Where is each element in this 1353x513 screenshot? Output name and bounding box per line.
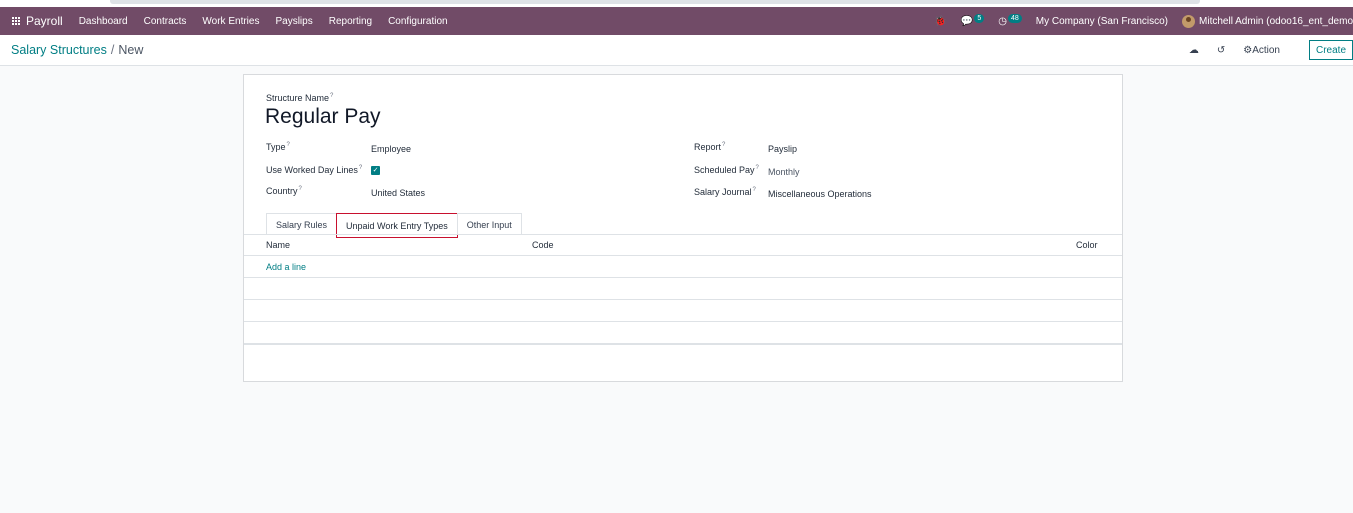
clock-icon: ◷ — [998, 15, 1007, 27]
table-row — [244, 322, 1122, 344]
report-field[interactable]: Payslip — [768, 144, 797, 154]
debug-bug-icon[interactable]: 🐞 — [934, 16, 946, 27]
menu-work-entries[interactable]: Work Entries — [202, 16, 259, 27]
chat-icon: 💬 — [960, 15, 974, 27]
help-icon: ? — [286, 142, 290, 148]
table-row — [244, 278, 1122, 300]
control-panel: Salary Structures / New ☁ ↺ ⚙Action Create — [0, 35, 1353, 66]
breadcrumb: Salary Structures / New — [11, 43, 143, 57]
help-icon: ? — [358, 165, 363, 171]
browser-scrollbar — [110, 0, 1200, 4]
breadcrumb-salary-structures[interactable]: Salary Structures — [11, 43, 107, 57]
user-menu[interactable]: Mitchell Admin (odoo16_ent_demo — [1182, 14, 1353, 28]
menu-configuration[interactable]: Configuration — [388, 16, 447, 27]
notebook-tabs: Salary Rules Unpaid Work Entry Types Oth… — [266, 213, 522, 238]
report-label: Report? — [694, 142, 726, 152]
messages-badge: 5 — [974, 13, 985, 23]
type-label: Type? — [266, 142, 290, 152]
avatar — [1182, 14, 1196, 28]
gear-icon: ⚙ — [1243, 44, 1253, 56]
column-code[interactable]: Code — [532, 240, 554, 250]
action-label: Action — [1252, 44, 1280, 56]
menu-dashboard[interactable]: Dashboard — [79, 16, 128, 27]
breadcrumb-current: New — [118, 43, 144, 57]
menu-contracts[interactable]: Contracts — [144, 16, 187, 27]
tab-salary-rules[interactable]: Salary Rules — [266, 213, 338, 235]
add-line-link[interactable]: Add a line — [266, 262, 306, 272]
save-cloud-icon[interactable]: ☁ — [1189, 45, 1199, 56]
column-name[interactable]: Name — [266, 240, 290, 250]
use-worked-day-lines-checkbox[interactable]: ✓ — [371, 166, 380, 175]
salary-journal-field[interactable]: Miscellaneous Operations — [768, 189, 872, 199]
table-row: Add a line — [244, 256, 1122, 278]
menu-reporting[interactable]: Reporting — [329, 16, 372, 27]
action-menu-button[interactable]: ⚙Action — [1243, 45, 1280, 56]
form-sheet: Structure Name? Regular Pay Type? Employ… — [243, 74, 1123, 382]
activities-button[interactable]: ◷ 48 — [998, 13, 1022, 27]
help-icon: ? — [752, 187, 756, 193]
activities-badge: 48 — [1007, 13, 1022, 23]
help-icon: ? — [298, 186, 302, 192]
type-field[interactable]: Employee — [371, 144, 411, 154]
user-name: Mitchell Admin (odoo16_ent_demo — [1199, 15, 1353, 27]
company-switcher[interactable]: My Company (San Francisco) — [1036, 16, 1168, 27]
help-icon: ? — [722, 142, 726, 148]
scheduled-pay-label: Scheduled Pay? — [694, 165, 759, 175]
salary-journal-label: Salary Journal? — [694, 187, 756, 197]
browser-top-strip — [0, 0, 1353, 7]
column-color[interactable]: Color — [1076, 240, 1098, 250]
create-button[interactable]: Create — [1308, 40, 1353, 60]
help-icon: ? — [330, 93, 334, 99]
main-navbar: Payroll Dashboard Contracts Work Entries… — [0, 7, 1353, 35]
structure-name-label: Structure Name? — [266, 93, 334, 103]
structure-name-field[interactable]: Regular Pay — [265, 105, 381, 129]
app-name[interactable]: Payroll — [26, 14, 63, 28]
scheduled-pay-field[interactable]: Monthly — [768, 167, 800, 177]
help-icon: ? — [755, 165, 759, 171]
messages-button[interactable]: 💬 5 — [960, 13, 985, 27]
discard-undo-icon[interactable]: ↺ — [1217, 45, 1225, 56]
apps-menu-button[interactable] — [0, 16, 26, 26]
table-row — [244, 300, 1122, 322]
tab-other-input[interactable]: Other Input — [456, 213, 522, 235]
use-worked-day-lines-label: Use Worked Day Lines? — [266, 165, 363, 175]
apps-grid-icon — [11, 16, 21, 26]
table-header: Name Code Color — [244, 235, 1122, 256]
country-label: Country? — [266, 186, 302, 196]
table-footer-line — [244, 344, 1122, 345]
country-field[interactable]: United States — [371, 188, 425, 198]
breadcrumb-separator: / — [110, 43, 115, 57]
menu-payslips[interactable]: Payslips — [275, 16, 312, 27]
